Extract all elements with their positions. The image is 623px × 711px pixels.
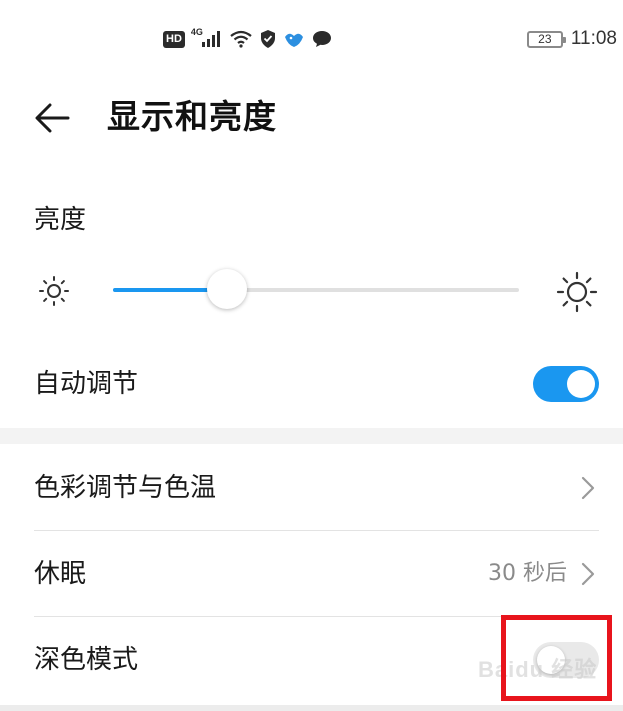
back-button[interactable] xyxy=(30,98,74,138)
message-bubble-icon xyxy=(312,31,331,47)
header: 显示和亮度 xyxy=(0,80,623,156)
sun-large-icon xyxy=(556,271,598,313)
clock: 11:08 xyxy=(570,28,617,49)
brightness-label: 亮度 xyxy=(34,205,87,235)
back-arrow-icon xyxy=(35,103,70,133)
status-right: 23 11:08 xyxy=(526,26,617,52)
dark-mode-toggle[interactable] xyxy=(533,642,599,678)
toggle-knob xyxy=(537,646,565,674)
section-divider xyxy=(0,428,623,444)
chevron-right-icon xyxy=(581,476,595,500)
network-type-label: 4G xyxy=(190,27,203,37)
sleep-item[interactable]: 休眠 30 秒后 xyxy=(0,531,623,617)
page-title: 显示和亮度 xyxy=(107,97,277,136)
auto-adjust-label: 自动调节 xyxy=(34,369,139,399)
sleep-label: 休眠 xyxy=(34,559,87,589)
toggle-knob xyxy=(567,370,595,398)
status-bar: HD 4G 23 11:08 xyxy=(0,0,623,70)
dark-mode-label: 深色模式 xyxy=(34,645,139,675)
color-temperature-item[interactable]: 色彩调节与色温 xyxy=(0,445,623,531)
brightness-slider-row xyxy=(0,266,623,316)
bottom-strip xyxy=(0,705,623,711)
color-temperature-label: 色彩调节与色温 xyxy=(34,473,217,503)
auto-adjust-toggle[interactable] xyxy=(533,366,599,402)
shield-check-icon xyxy=(260,30,275,48)
hd-voice-icon: HD xyxy=(163,30,185,48)
chevron-right-icon xyxy=(581,562,595,586)
battery-level: 23 xyxy=(538,31,552,46)
brightness-slider-thumb[interactable] xyxy=(207,269,247,309)
sun-small-icon xyxy=(39,276,69,306)
dark-mode-item: 深色模式 xyxy=(0,617,623,711)
sleep-value: 30 秒后 xyxy=(488,561,567,586)
app-bird-icon xyxy=(284,33,303,47)
wifi-icon xyxy=(230,30,252,48)
auto-adjust-row: 自动调节 xyxy=(0,344,623,424)
status-icons: HD 4G xyxy=(163,26,333,52)
signal-icon xyxy=(201,31,220,47)
battery-icon: 23 xyxy=(526,30,566,48)
brightness-slider[interactable] xyxy=(113,269,519,309)
